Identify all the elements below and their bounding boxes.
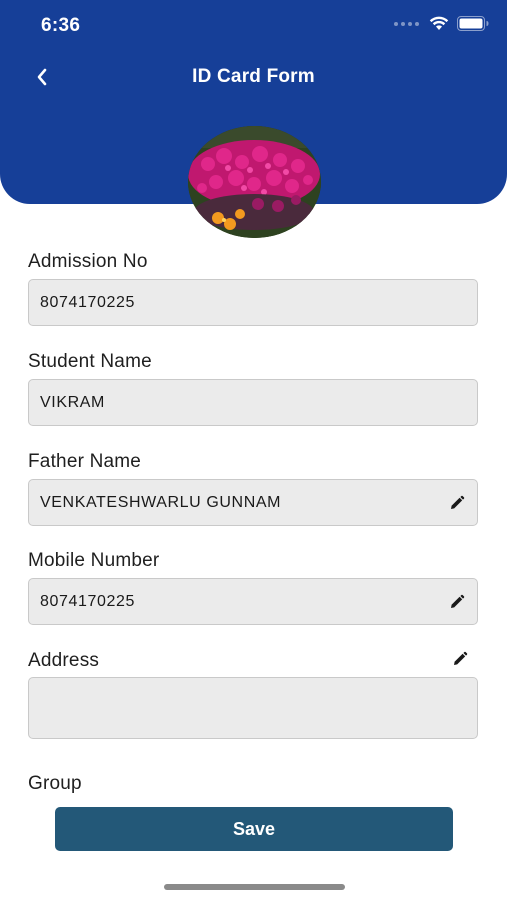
mobile-number-field[interactable]: 8074170225 <box>28 578 478 625</box>
student-name-value: VIKRAM <box>40 394 105 411</box>
battery-icon <box>457 16 489 31</box>
save-button[interactable]: Save <box>55 807 453 851</box>
status-time: 6:36 <box>41 15 81 36</box>
status-icons <box>394 16 489 31</box>
flower-photo <box>188 126 321 238</box>
mobile-number-value: 8074170225 <box>40 593 135 610</box>
pencil-icon[interactable] <box>452 651 468 667</box>
father-name-field[interactable]: VENKATESHWARLU GUNNAM <box>28 479 478 526</box>
student-name-field[interactable]: VIKRAM <box>28 379 478 426</box>
pencil-icon[interactable] <box>449 594 465 610</box>
avatar[interactable] <box>188 126 321 238</box>
group-label: Group <box>28 773 82 794</box>
father-name-label: Father Name <box>28 451 142 472</box>
signal-icon <box>394 21 419 26</box>
admission-no-field[interactable]: 8074170225 <box>28 279 478 326</box>
admission-no-value: 8074170225 <box>40 294 135 311</box>
page-title: ID Card Form <box>192 66 315 87</box>
address-field[interactable] <box>28 677 478 739</box>
address-label: Address <box>28 650 100 671</box>
admission-no-label: Admission No <box>28 251 148 272</box>
home-indicator <box>164 884 345 890</box>
father-name-value: VENKATESHWARLU GUNNAM <box>40 494 282 511</box>
student-name-label: Student Name <box>28 351 152 372</box>
wifi-icon <box>429 16 449 30</box>
pencil-icon[interactable] <box>449 495 465 511</box>
mobile-number-label: Mobile Number <box>28 550 160 571</box>
